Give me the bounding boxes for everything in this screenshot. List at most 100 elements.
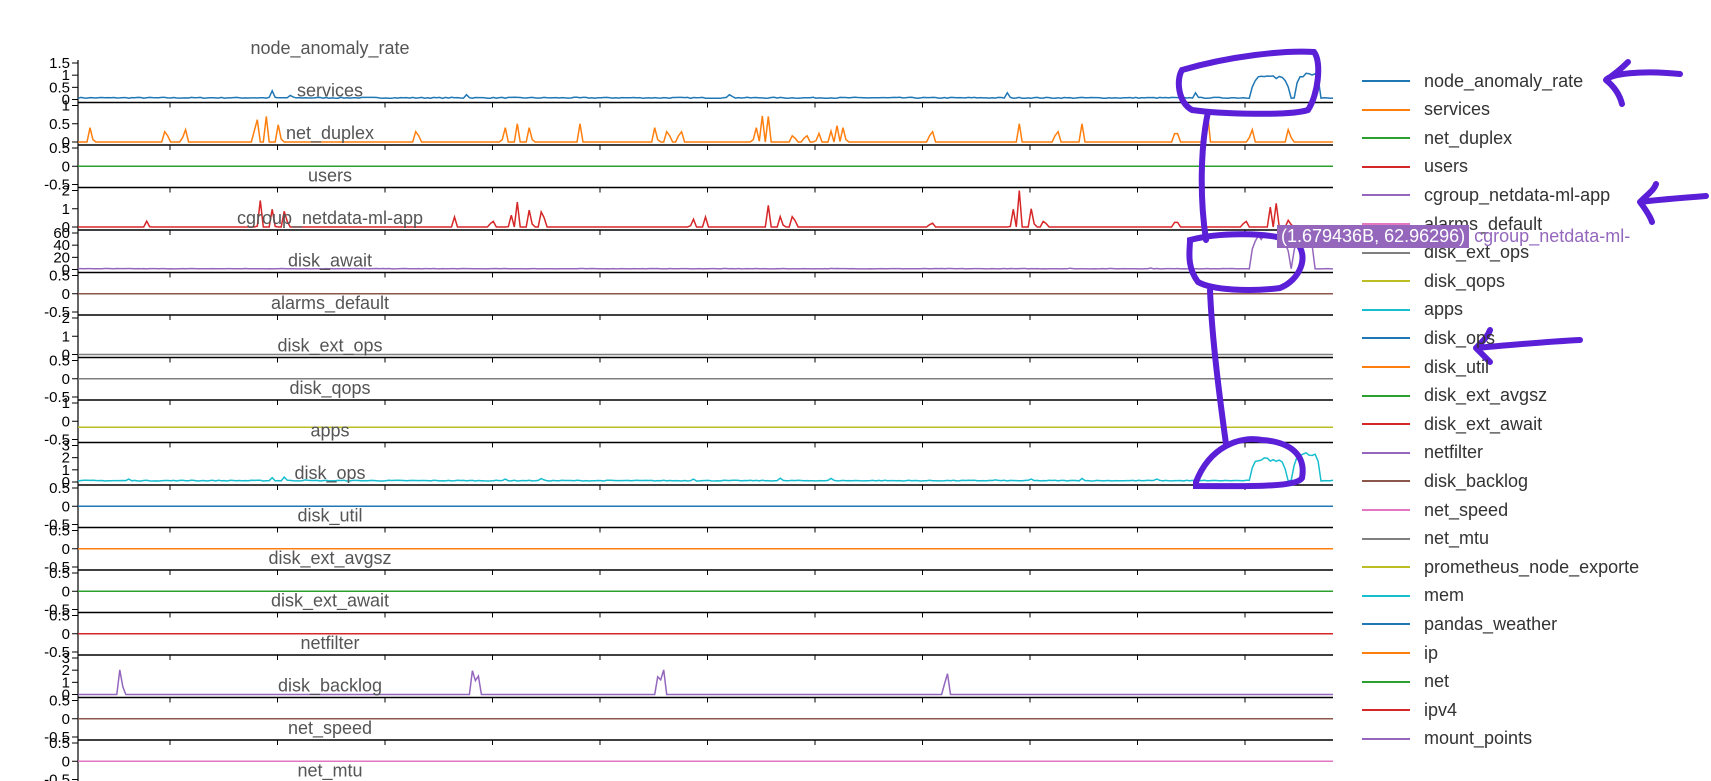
- legend-label: prometheus_node_exporte: [1424, 556, 1640, 577]
- legend-item-netfilter[interactable]: netfilter: [1362, 440, 1483, 466]
- y-tick-label: 0: [62, 583, 70, 600]
- y-tick-label: 0.5: [49, 523, 70, 540]
- legend-swatch: [1362, 165, 1410, 168]
- subplot-title-node_anomaly_rate: node_anomaly_rate: [250, 38, 409, 59]
- legend-swatch: [1362, 137, 1410, 140]
- subplots-group: 1.510.5010.500.50-0.521060402000.50-0.52…: [44, 55, 1334, 781]
- y-tick-label: 0.5: [49, 268, 70, 285]
- subplot-disk_backlog: 0.50-0.5: [44, 693, 1333, 746]
- legend-swatch: [1362, 652, 1410, 654]
- subplot-alarms_default: 210: [62, 310, 1333, 364]
- legend-item-services[interactable]: services: [1362, 97, 1490, 123]
- legend-label: net_mtu: [1424, 528, 1490, 549]
- legend-swatch: [1362, 480, 1410, 483]
- y-tick-label: 0.5: [49, 116, 70, 133]
- y-tick-label: 0.5: [49, 480, 70, 497]
- subplot-apps: 3210: [62, 438, 1334, 491]
- legend-item-users[interactable]: users: [1362, 154, 1468, 180]
- legend-item-prometheus_node_exporte[interactable]: prometheus_node_exporte: [1362, 554, 1639, 580]
- legend-swatch: [1362, 108, 1410, 111]
- legend-item-disk_qops[interactable]: disk_qops: [1362, 268, 1505, 294]
- legend-label: disk_ext_await: [1424, 413, 1543, 434]
- y-tick-label: 0: [62, 413, 70, 430]
- legend-swatch: [1362, 194, 1410, 197]
- legend-item-disk_util[interactable]: disk_util: [1362, 354, 1489, 380]
- y-tick-label: 0.5: [49, 735, 70, 752]
- legend-swatch: [1362, 394, 1410, 397]
- legend-item-disk_ext_avgsz[interactable]: disk_ext_avgsz: [1362, 383, 1547, 409]
- subplot-title-alarms_default: alarms_default: [271, 293, 389, 314]
- hover-tooltip-value: (1.679436B, 62.96296): [1277, 224, 1470, 248]
- legend-label: disk_ext_avgsz: [1424, 385, 1548, 406]
- legend-swatch: [1362, 737, 1410, 740]
- subplot-disk_ext_ops: 0.50-0.5: [44, 353, 1333, 406]
- subplot-disk_ext_avgsz: 0.50-0.5: [44, 565, 1333, 619]
- subplot-title-net_mtu: net_mtu: [297, 761, 362, 781]
- subplot-netfilter: 3210: [62, 650, 1333, 704]
- hover-tooltip-series: cgroup_netdata-ml-: [1474, 225, 1631, 246]
- legend-item-node_anomaly_rate[interactable]: node_anomaly_rate: [1362, 68, 1583, 94]
- legend-item-mount_points[interactable]: mount_points: [1362, 726, 1532, 752]
- legend-swatch: [1362, 337, 1410, 340]
- series-line-node_anomaly_rate: [77, 72, 1334, 100]
- annotation-connector-bottom: [1207, 287, 1229, 447]
- y-tick-label: 0: [62, 711, 70, 728]
- subplot-disk_util: 0.50-0.5: [44, 523, 1333, 576]
- legend-label: disk_qops: [1424, 270, 1506, 291]
- legend-item-net_speed[interactable]: net_speed: [1362, 497, 1508, 523]
- y-tick-label: 0.5: [49, 608, 70, 625]
- legend-item-net_mtu[interactable]: net_mtu: [1362, 526, 1489, 552]
- y-tick-label: 0.5: [49, 140, 70, 157]
- legend-swatch: [1362, 80, 1410, 82]
- legend-item-net_duplex[interactable]: net_duplex: [1362, 125, 1512, 151]
- y-tick-label: 0: [62, 498, 70, 515]
- subplot-title-users: users: [308, 166, 352, 186]
- subplot-disk_await: 0.50-0.5: [44, 268, 1333, 321]
- subplot-node_anomaly_rate: 1.510.50: [49, 55, 1334, 109]
- y-tick-label: 0: [62, 626, 70, 643]
- legend-label: users: [1424, 156, 1469, 177]
- legend-swatch: [1362, 537, 1410, 540]
- legend-label: disk_util: [1424, 356, 1490, 377]
- subplot-title-cgroup_netdata-ml-app: cgroup_netdata-ml-app: [237, 208, 423, 229]
- legend-label: mount_points: [1424, 728, 1533, 749]
- subplot-title-net_duplex: net_duplex: [286, 123, 374, 144]
- hover-tooltip: (1.679436B, 62.96296) cgroup_netdata-ml-: [1277, 224, 1630, 248]
- legend-label: net_speed: [1424, 499, 1509, 520]
- legend-label: apps: [1424, 299, 1464, 320]
- legend-item-disk_ext_await[interactable]: disk_ext_await: [1362, 411, 1542, 437]
- legend-label: netfilter: [1424, 442, 1484, 463]
- subplot-title-disk_qops: disk_qops: [289, 378, 370, 399]
- legend-label: disk_backlog: [1424, 470, 1529, 491]
- legend-item-pandas_weather[interactable]: pandas_weather: [1362, 611, 1557, 637]
- subplot-title-disk_backlog: disk_backlog: [278, 676, 382, 697]
- subplot-title-netfilter: netfilter: [300, 633, 359, 653]
- y-tick-label: 1: [62, 201, 70, 218]
- subplot-cgroup_netdata-ml-app: 6040200: [53, 225, 1334, 279]
- y-tick-label: 0: [62, 753, 70, 770]
- legend-item-net[interactable]: net: [1362, 669, 1449, 695]
- y-tick-label: 0: [62, 286, 70, 303]
- subplot-title-apps: apps: [310, 421, 349, 441]
- y-tick-label: 0.5: [49, 565, 70, 582]
- y-tick-label: 0: [62, 371, 70, 388]
- legend-label: services: [1424, 99, 1491, 120]
- legend-swatch: [1362, 709, 1410, 712]
- subplot-disk_ext_await: 0.50-0.5: [44, 608, 1333, 661]
- legend-swatch: [1362, 451, 1410, 454]
- legend-label: cgroup_netdata-ml-app: [1424, 184, 1611, 205]
- series-line-services: [78, 112, 1333, 143]
- legend-item-disk_backlog[interactable]: disk_backlog: [1362, 468, 1528, 494]
- legend-swatch: [1362, 509, 1410, 511]
- y-tick-label: -0.5: [44, 772, 70, 781]
- legend-swatch: [1362, 594, 1410, 597]
- subplot-net_duplex: 0.50-0.5: [44, 140, 1333, 194]
- legend-item-mem[interactable]: mem: [1362, 583, 1464, 609]
- legend-item-ipv4[interactable]: ipv4: [1362, 697, 1457, 723]
- legend-item-apps[interactable]: apps: [1362, 297, 1463, 323]
- legend-item-cgroup_netdata-ml-app[interactable]: cgroup_netdata-ml-app: [1362, 182, 1610, 208]
- legend-item-disk_ops[interactable]: disk_ops: [1362, 325, 1495, 351]
- y-tick-label: 0.5: [49, 693, 70, 710]
- legend-item-ip[interactable]: ip: [1362, 640, 1438, 666]
- subplot-title-disk_util: disk_util: [297, 506, 362, 527]
